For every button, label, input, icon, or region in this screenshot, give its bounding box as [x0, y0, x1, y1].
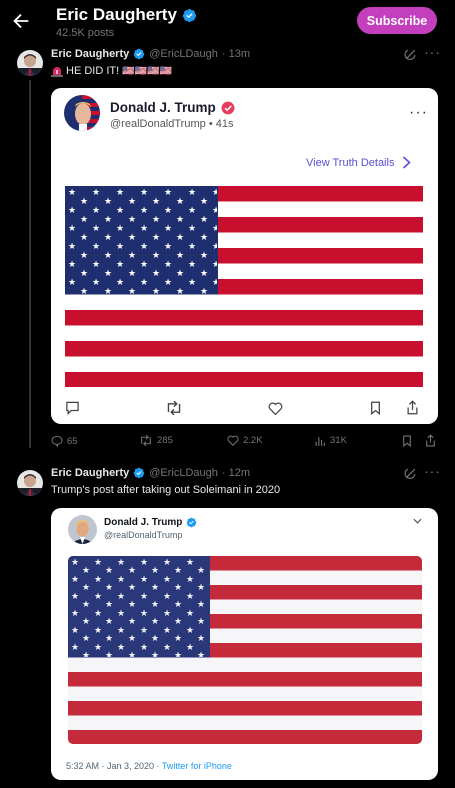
embedded-tweet-footer: 5:32 AM · Jan 3, 2020 · Twitter for iPho… [66, 761, 232, 771]
grok-button[interactable] [404, 48, 417, 61]
thread-line [29, 80, 31, 448]
reply-count: 65 [67, 435, 78, 447]
tweet-time[interactable]: · 13m [222, 48, 250, 60]
back-arrow-icon [13, 13, 29, 29]
embedded-tweet-card[interactable]: Donald J. Trump @realDonaldTrump ★ ★ [51, 508, 438, 780]
retweet-icon [141, 435, 151, 446]
profile-name: Eric Daugherty [56, 5, 177, 24]
author-handle[interactable]: @EricLDaugh [149, 467, 218, 479]
back-button[interactable] [10, 10, 34, 32]
card-like-button[interactable] [268, 402, 283, 415]
expand-button[interactable] [413, 518, 422, 524]
truth-time: • 41s [208, 118, 234, 130]
truth-author-handle: @realDonaldTrump • 41s [110, 118, 234, 130]
views-count: 31K [330, 435, 347, 446]
share-button[interactable] [425, 434, 436, 447]
like-button[interactable]: 2.2K [227, 435, 263, 446]
card-retruth-button[interactable] [165, 401, 183, 415]
comment-icon [66, 401, 79, 415]
reply-icon [51, 435, 63, 447]
tweet-text: HE DID IT! 🇺🇸🇺🇸🇺🇸🇺🇸 [51, 65, 172, 77]
tweet-header: Eric Daugherty @EricLDaugh · 13m [51, 48, 250, 60]
embedded-author-handle: @realDonaldTrump [104, 530, 183, 540]
more-button[interactable]: ··· [424, 463, 441, 479]
truth-social-card[interactable]: Donald J. Trump @realDonaldTrump • 41s ·… [51, 88, 438, 424]
flag-emojis: 🇺🇸🇺🇸🇺🇸🇺🇸 [122, 65, 172, 77]
more-icon: ··· [424, 463, 441, 479]
grok-icon [404, 49, 416, 60]
share-icon [407, 400, 418, 415]
tweet-body: HE DID IT! [66, 65, 120, 77]
embedded-author-name: Donald J. Trump [104, 517, 183, 528]
embedded-source[interactable]: Twitter for iPhone [162, 761, 232, 771]
like-icon [268, 402, 283, 415]
embedded-timestamp[interactable]: 5:32 AM · Jan 3, 2020 · [66, 761, 160, 771]
author-name[interactable]: Eric Daugherty [51, 48, 129, 60]
retweet-icon [167, 401, 181, 415]
truth-author-name: Donald J. Trump [110, 100, 216, 115]
chevron-down-icon [413, 518, 422, 524]
avatar [64, 95, 100, 131]
like-icon [227, 435, 239, 446]
grok-button[interactable] [404, 467, 417, 480]
subscribe-button[interactable]: Subscribe [357, 7, 437, 34]
author-name[interactable]: Eric Daugherty [51, 467, 129, 479]
views-button[interactable]: 31K [315, 435, 347, 446]
profile-title: Eric Daugherty [56, 5, 197, 25]
tweet-header: Eric Daugherty @EricLDaugh · 12m [51, 467, 250, 479]
retweet-count: 285 [157, 435, 173, 446]
share-icon [426, 434, 435, 447]
post-count: 42.5K posts [56, 27, 115, 39]
verified-badge-icon [186, 517, 197, 528]
tweet-body: Trump's post after taking out Soleimani … [51, 484, 281, 496]
more-button[interactable]: ··· [409, 104, 428, 122]
view-truth-details-link[interactable]: View Truth Details [306, 156, 412, 169]
view-truth-details-label: View Truth Details [306, 156, 395, 169]
grok-icon [404, 468, 416, 479]
tweet-time[interactable]: · 12m [222, 467, 250, 479]
card-comment-button[interactable] [65, 401, 80, 415]
truth-author: Donald J. Trump [110, 100, 235, 115]
retweet-button[interactable]: 285 [139, 435, 173, 446]
chevron-right-icon [403, 156, 412, 169]
reply-button[interactable]: 65 [51, 435, 78, 447]
verified-badge-icon [182, 8, 197, 23]
verified-badge-icon [221, 101, 235, 114]
verified-badge-icon [133, 467, 145, 479]
avatar [68, 515, 97, 544]
card-bookmark-button[interactable] [370, 401, 381, 415]
siren-icon [51, 67, 63, 77]
bookmark-button[interactable] [402, 435, 412, 447]
verified-badge-icon [133, 48, 145, 60]
like-count: 2.2K [243, 435, 263, 446]
card-share-button[interactable] [406, 400, 419, 415]
us-flag-image[interactable]: ★ ★ [68, 556, 422, 744]
us-flag-image[interactable] [65, 186, 423, 387]
avatar[interactable] [17, 50, 43, 76]
bookmark-icon [371, 401, 380, 415]
more-icon: ··· [409, 104, 428, 121]
author-handle[interactable]: @EricLDaugh [149, 48, 218, 60]
avatar[interactable] [17, 470, 43, 496]
embedded-author: Donald J. Trump [104, 517, 197, 528]
bookmark-icon [403, 435, 411, 447]
more-button[interactable]: ··· [424, 44, 441, 60]
views-icon [315, 437, 325, 446]
more-icon: ··· [424, 44, 441, 60]
